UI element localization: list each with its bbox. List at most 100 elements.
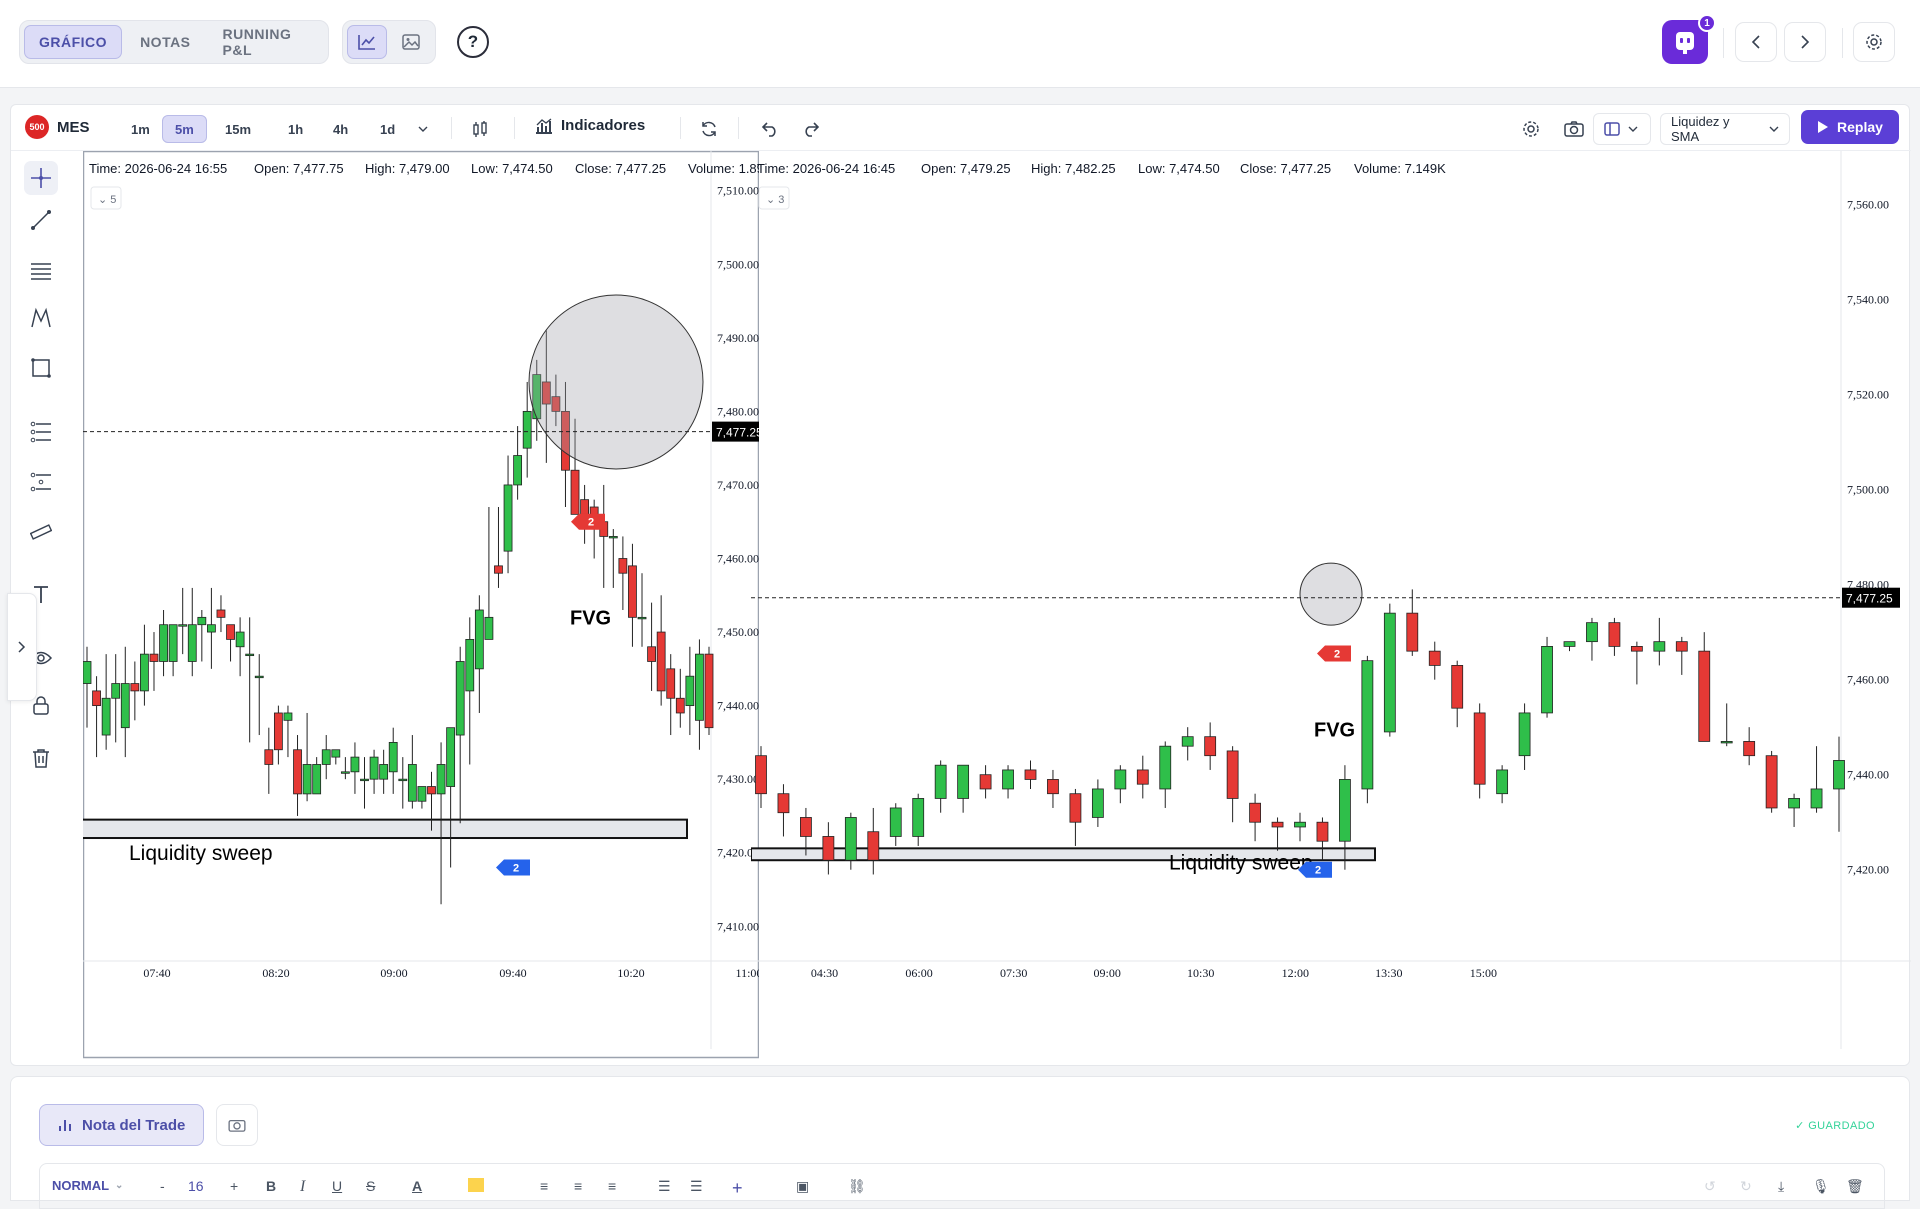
align-left-icon[interactable]: ≡ xyxy=(540,1178,548,1194)
trade-note-button[interactable]: Nota del Trade xyxy=(39,1104,205,1146)
delete-drawings-button[interactable] xyxy=(24,741,58,775)
tf-5m[interactable]: 5m xyxy=(162,115,207,143)
tf-1d[interactable]: 1d xyxy=(368,115,407,143)
x-tick-label: 07:30 xyxy=(1000,966,1027,980)
italic-button[interactable]: I xyxy=(300,1178,305,1196)
link-icon[interactable]: ⛓ xyxy=(848,1178,866,1195)
fib-tool[interactable] xyxy=(24,415,58,449)
sidebar-expander[interactable] xyxy=(7,593,37,701)
marker-upper[interactable]: 2 xyxy=(1317,645,1351,662)
candle-type-button[interactable] xyxy=(468,117,492,141)
rectangle-tool[interactable] xyxy=(24,351,58,385)
trash-icon[interactable]: 🗑 xyxy=(1846,1178,1864,1195)
strikethrough-button[interactable]: S xyxy=(366,1178,375,1194)
indicators-button[interactable]: Indicadores xyxy=(535,117,645,134)
y-tick-label: 7,460.00 xyxy=(1847,673,1889,687)
channel-icon xyxy=(30,472,51,492)
settings-button[interactable] xyxy=(1853,22,1895,62)
candle xyxy=(822,822,835,875)
candle xyxy=(331,749,341,765)
previous-button[interactable] xyxy=(1735,22,1777,62)
camera-icon xyxy=(228,1119,246,1132)
candle xyxy=(216,595,226,633)
next-button[interactable] xyxy=(1784,22,1826,62)
font-size-decrease[interactable]: - xyxy=(160,1178,165,1194)
pattern-tool[interactable] xyxy=(24,301,58,335)
download-icon[interactable]: ⤓ xyxy=(1778,1178,1784,1195)
line-chart-icon[interactable] xyxy=(347,25,388,59)
note-screenshot-button[interactable] xyxy=(216,1104,258,1146)
x-tick-label: 09:40 xyxy=(499,966,526,980)
highlight-button[interactable] xyxy=(468,1178,484,1192)
marker-lower[interactable]: 2 xyxy=(496,859,530,876)
candle xyxy=(264,727,274,794)
saved-status: ✓ GUARDADO xyxy=(1795,1120,1875,1132)
numbered-list-icon[interactable]: ☰ xyxy=(690,1178,703,1195)
tab-running-pnl[interactable]: RUNNING P&L xyxy=(209,25,324,59)
ohlc-close: Close: 7,477.25 xyxy=(575,161,666,176)
candle xyxy=(398,757,408,809)
tf-15m[interactable]: 15m xyxy=(213,115,263,143)
undo-button[interactable] xyxy=(758,117,782,141)
ohlc-time: Time: 2026-06-24 16:55 xyxy=(89,161,227,176)
bold-button[interactable]: B xyxy=(266,1178,276,1194)
indicator-chip[interactable]: ⌄ 3 xyxy=(758,186,790,210)
candle xyxy=(1765,750,1778,813)
font-size-value[interactable]: 16 xyxy=(188,1178,204,1194)
horizontal-lines-tool[interactable] xyxy=(24,253,58,287)
trendline-tool[interactable] xyxy=(24,203,58,237)
align-right-icon[interactable]: ≡ xyxy=(608,1178,616,1194)
replay-button[interactable]: Replay xyxy=(1801,110,1899,144)
candle xyxy=(446,727,456,868)
chart-5m[interactable]: Time: 2026-06-24 16:55 Open: 7,477.75 High… xyxy=(83,151,759,1059)
ruler-tool[interactable] xyxy=(24,515,58,549)
marker-upper[interactable]: 2 xyxy=(571,513,605,530)
refresh-button[interactable] xyxy=(697,117,721,141)
candle xyxy=(675,668,685,728)
tf-1m[interactable]: 1m xyxy=(119,115,162,143)
channel-tool[interactable] xyxy=(24,465,58,499)
screenshot-button[interactable] xyxy=(1562,117,1586,141)
symbol-selector[interactable]: 500 MES xyxy=(25,115,90,139)
timeframe-dropdown[interactable] xyxy=(411,117,435,141)
text-style-dropdown[interactable]: NORMAL ⌄ xyxy=(52,1178,123,1193)
liquidity-zone[interactable] xyxy=(83,818,688,840)
chart-settings-button[interactable] xyxy=(1519,117,1543,141)
tf-4h[interactable]: 4h xyxy=(321,115,360,143)
image-icon[interactable] xyxy=(391,25,431,59)
align-center-icon[interactable]: ≡ xyxy=(574,1178,582,1194)
chart-15m[interactable]: Time: 2026-06-24 16:45 Open: 7,479.25 High… xyxy=(751,151,1911,1059)
candle xyxy=(979,765,992,799)
bullet-list-icon[interactable]: ☰ xyxy=(658,1178,671,1195)
chevron-down-icon xyxy=(1769,126,1779,132)
highlight-circle[interactable] xyxy=(1299,562,1363,626)
candle xyxy=(777,784,790,837)
assistant-bot-button[interactable]: 1 xyxy=(1662,14,1716,64)
template-dropdown[interactable]: Liquidez y SMA xyxy=(1660,113,1790,145)
candle xyxy=(1361,655,1374,804)
tf-1h[interactable]: 1h xyxy=(276,115,315,143)
help-button[interactable]: ? xyxy=(457,26,489,58)
insert-button[interactable]: + xyxy=(732,1178,743,1199)
ohlc-volume: Volume: 7.149K xyxy=(1354,161,1446,176)
undo-icon[interactable]: ↺ xyxy=(1704,1178,1716,1195)
tab-grafico[interactable]: GRÁFICO xyxy=(24,25,123,59)
candle xyxy=(1249,793,1261,842)
ruler-icon xyxy=(30,524,52,540)
redo-icon[interactable]: ↻ xyxy=(1740,1178,1752,1195)
indicator-chip[interactable]: ⌄ 5 xyxy=(90,186,122,210)
underline-button[interactable]: U xyxy=(332,1178,342,1194)
highlight-circle[interactable] xyxy=(528,294,704,470)
tab-notas[interactable]: NOTAS xyxy=(126,25,204,59)
svg-text:2: 2 xyxy=(1315,865,1321,877)
redo-button[interactable] xyxy=(799,117,823,141)
insert-image-icon[interactable]: ▣ xyxy=(796,1178,809,1195)
layout-toggle[interactable] xyxy=(1593,113,1651,145)
font-size-increase[interactable]: + xyxy=(230,1178,238,1194)
trade-note-label: Nota del Trade xyxy=(82,1116,186,1134)
microphone-icon[interactable]: 🎙 xyxy=(1812,1178,1830,1195)
text-color-button[interactable]: A xyxy=(412,1178,422,1194)
trash-icon xyxy=(33,749,49,768)
crosshair-tool[interactable] xyxy=(24,161,58,195)
chart-frame xyxy=(83,151,759,1059)
